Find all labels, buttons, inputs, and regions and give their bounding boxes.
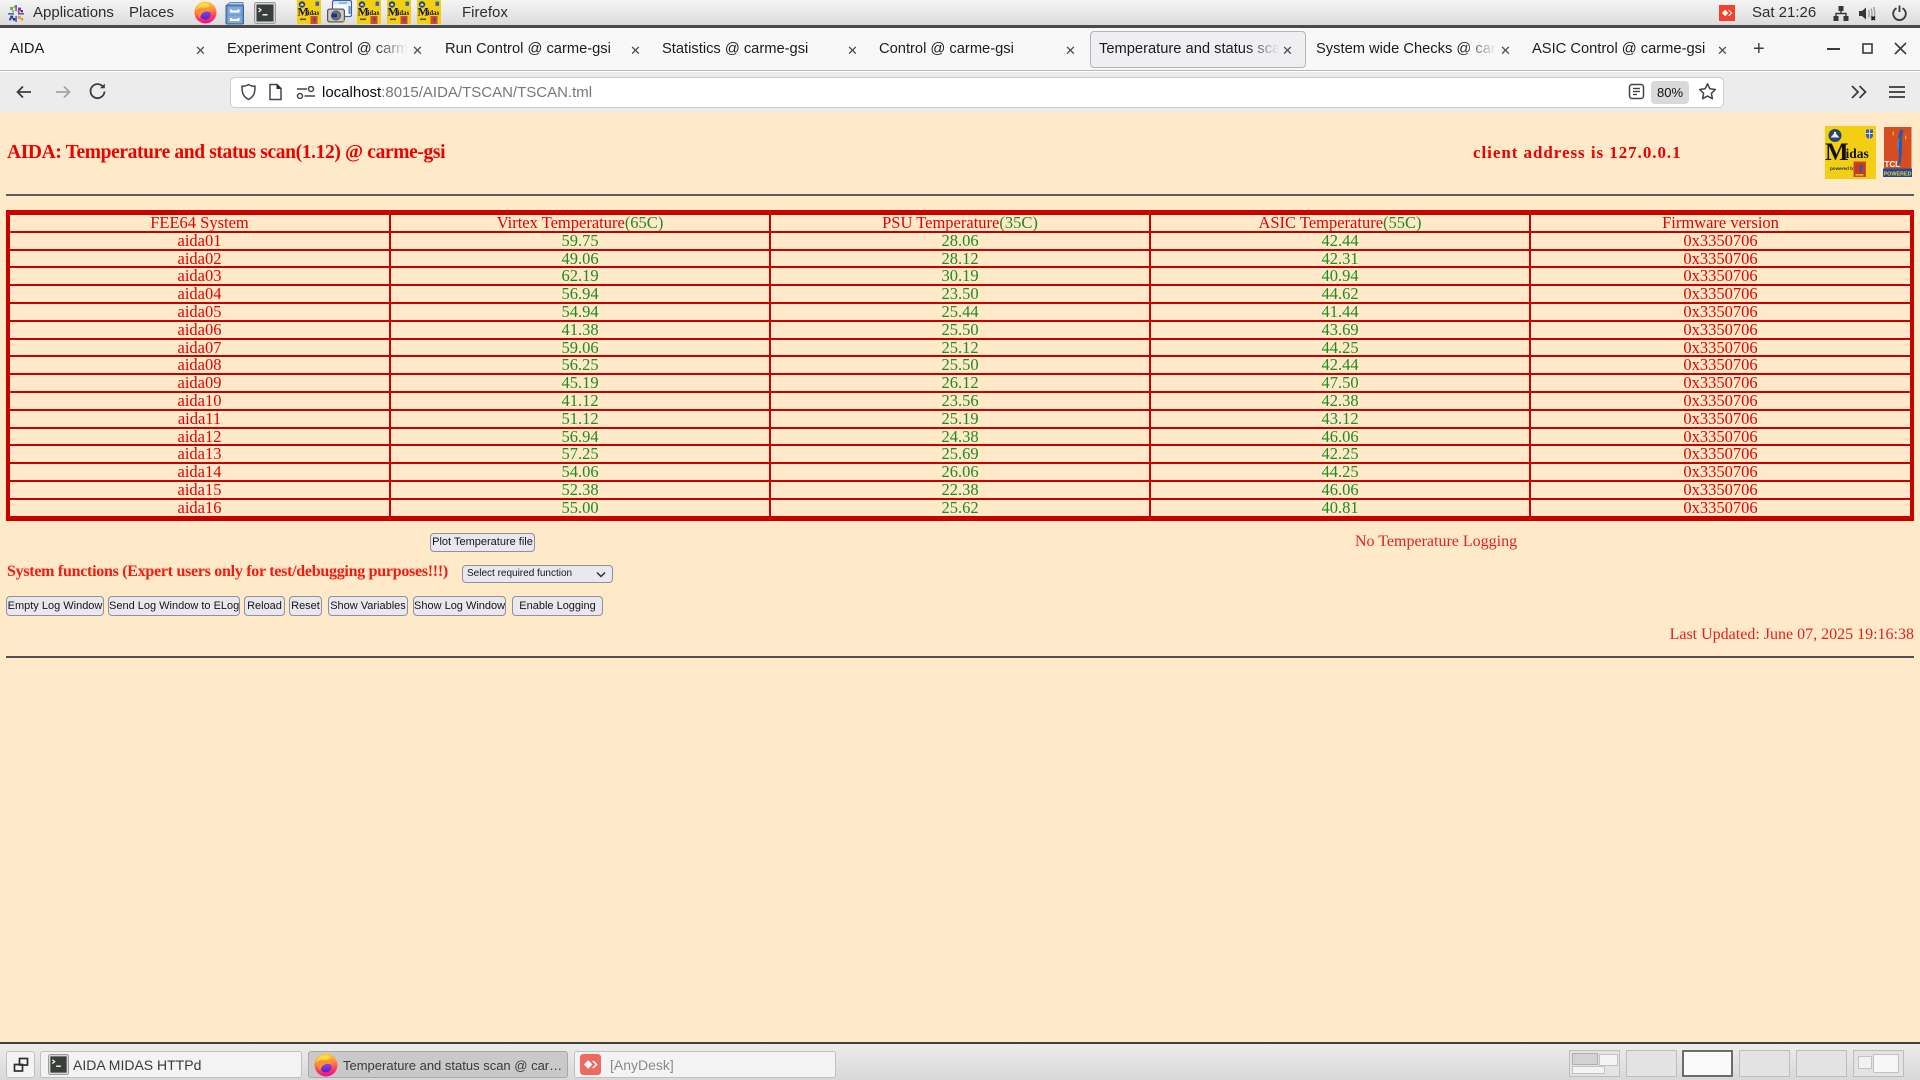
svg-text:powered by: powered by	[1830, 166, 1856, 171]
svg-text:TCL: TCL	[1885, 160, 1901, 169]
svg-text:POWERED: POWERED	[1884, 171, 1912, 177]
svg-text:idas: idas	[1846, 146, 1869, 161]
